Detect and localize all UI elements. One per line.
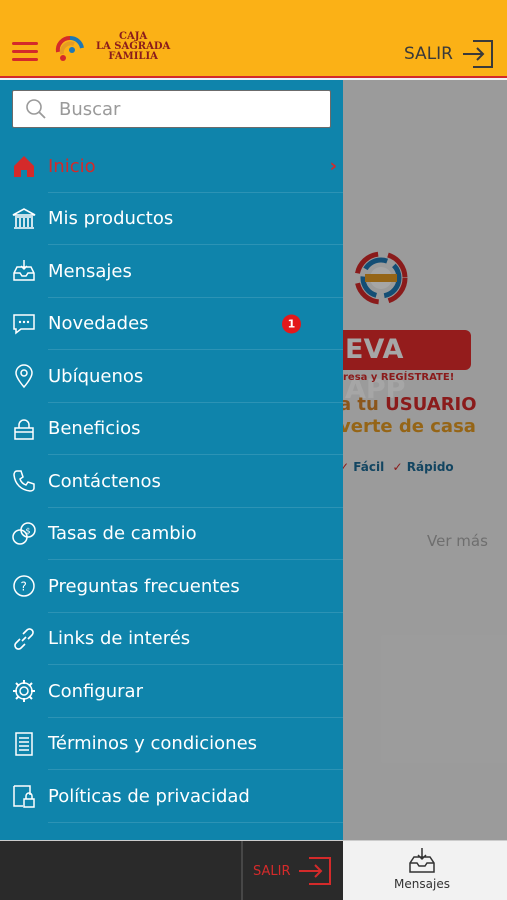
footer-divider <box>241 841 243 900</box>
chat-icon <box>11 311 37 337</box>
footer-logout-label: SALIR <box>253 863 291 879</box>
logout-label: SALIR <box>403 44 453 64</box>
logout-icon <box>298 857 331 885</box>
question-icon: ? <box>11 573 37 599</box>
hamburger-menu-icon[interactable] <box>12 42 38 62</box>
home-icon <box>11 153 37 179</box>
logout-button[interactable]: SALIR <box>404 38 495 70</box>
bottom-tab-bar: SALIR Mensajes <box>0 840 507 900</box>
menu-item-label: Novedades <box>48 313 149 335</box>
drawer-overlay[interactable] <box>343 80 507 840</box>
menu-item-configurar[interactable]: Configurar <box>0 665 343 718</box>
notification-badge: 1 <box>282 314 301 334</box>
menu-item-label: Links de interés <box>48 628 191 650</box>
search-box <box>12 90 331 128</box>
menu-item-label: Políticas de privacidad <box>48 785 250 807</box>
svg-text:?: ? <box>21 580 27 594</box>
currency-exchange-icon: $ <box>11 521 37 547</box>
menu-item-label: Ubíquenos <box>48 365 144 387</box>
search-icon <box>26 99 46 119</box>
menu-item-label: Inicio <box>48 155 96 177</box>
menu-item-label: Mensajes <box>48 260 132 282</box>
menu-item-mensajes[interactable]: Mensajes <box>0 245 343 298</box>
menu-item-inicio[interactable]: Inicio › <box>0 140 343 193</box>
link-icon <box>11 626 37 652</box>
menu-item-label: Términos y condiciones <box>48 733 258 755</box>
menu-item-label: Mis productos <box>48 208 174 230</box>
logo-mark-icon <box>55 35 84 61</box>
menu-item-terminos-y-condiciones[interactable]: Términos y condiciones <box>0 718 343 771</box>
inbox-icon <box>11 258 37 284</box>
menu-item-novedades[interactable]: Novedades 1 <box>0 298 343 351</box>
menu-item-mis-productos[interactable]: Mis productos <box>0 193 343 246</box>
menu-item-label: Tasas de cambio <box>48 523 197 545</box>
menu-item-politicas-de-privacidad[interactable]: Políticas de privacidad <box>0 770 343 823</box>
inbox-icon <box>409 848 435 873</box>
svg-text:$: $ <box>26 526 31 535</box>
menu-item-label: Contáctenos <box>48 470 161 492</box>
bag-icon <box>11 416 37 442</box>
document-icon <box>11 731 37 757</box>
phone-icon <box>11 468 37 494</box>
tab-mensajes-label: Mensajes <box>394 877 450 891</box>
menu-item-ubiquenos[interactable]: Ubíquenos <box>0 350 343 403</box>
menu-item-label: Beneficios <box>48 418 141 440</box>
privacy-lock-icon <box>11 783 37 809</box>
menu-item-tasas-de-cambio[interactable]: $ Tasas de cambio <box>0 508 343 561</box>
menu-item-label: Preguntas frecuentes <box>48 575 240 597</box>
footer-logout-button[interactable]: SALIR <box>253 855 333 887</box>
logo-line3: FAMILIA <box>108 51 158 62</box>
menu-item-preguntas-frecuentes[interactable]: ? Preguntas frecuentes <box>0 560 343 613</box>
search-input[interactable] <box>59 95 319 123</box>
bank-icon <box>11 206 37 232</box>
tab-mensajes[interactable]: Mensajes <box>382 847 462 891</box>
location-pin-icon <box>11 363 37 389</box>
chevron-right-icon: › <box>329 155 337 177</box>
logout-icon <box>463 40 493 68</box>
menu-item-label: Configurar <box>48 680 143 702</box>
menu-item-contactenos[interactable]: Contáctenos <box>0 455 343 508</box>
navigation-drawer: Inicio › Mis productos Mensajes Novedade… <box>0 80 343 840</box>
menu-item-links-de-interes[interactable]: Links de interés <box>0 613 343 666</box>
menu-item-beneficios[interactable]: Beneficios <box>0 403 343 456</box>
gear-icon <box>11 678 37 704</box>
app-header: CAJA LA SAGRADA FAMILIA SALIR <box>0 0 507 78</box>
app-logo: CAJA LA SAGRADA FAMILIA <box>52 28 172 68</box>
drawer-menu: Inicio › Mis productos Mensajes Novedade… <box>0 140 343 823</box>
